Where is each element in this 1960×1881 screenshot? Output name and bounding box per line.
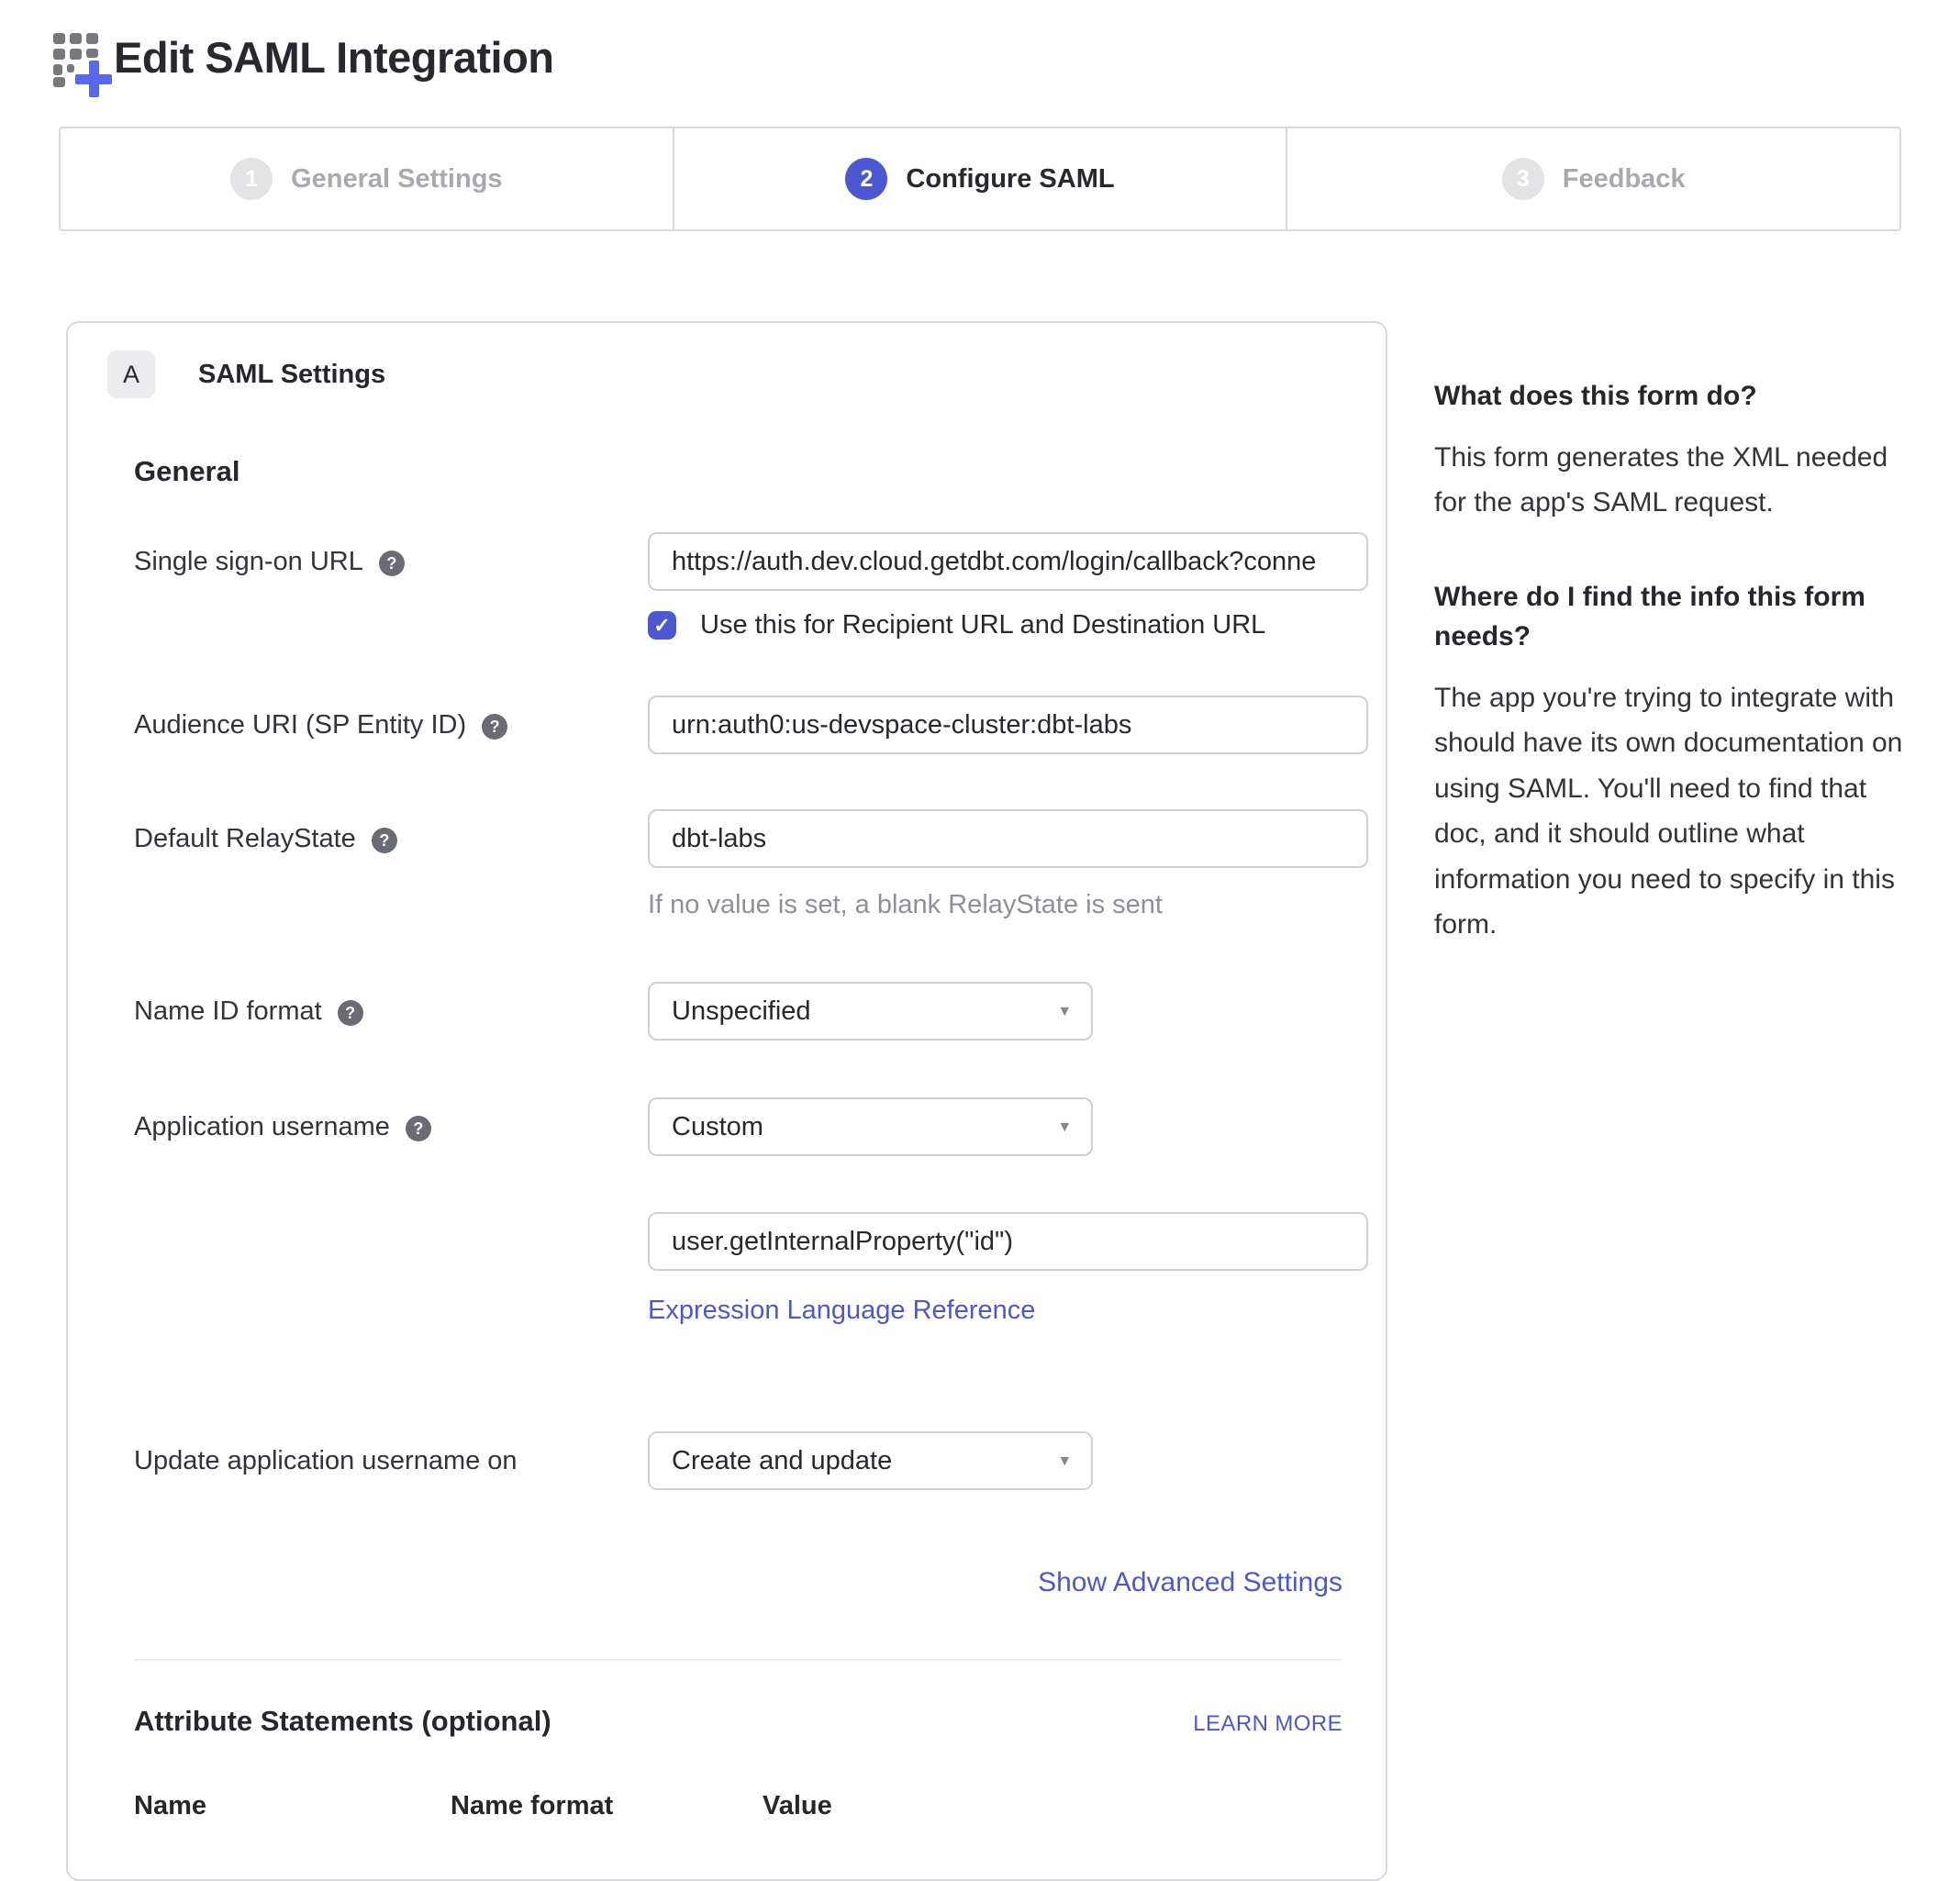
field-row-audience: Audience URI (SP Entity ID) ? [134, 696, 1342, 754]
step-number-badge: 1 [230, 158, 273, 200]
update-username-label: Update application username on [134, 1431, 648, 1490]
page-title: Edit SAML Integration [114, 28, 554, 88]
audience-uri-input[interactable] [648, 696, 1368, 754]
field-row-sso: Single sign-on URL ? ✓ Use this for Reci… [134, 532, 1342, 640]
sso-label: Single sign-on URL ? [134, 532, 648, 640]
learn-more-link[interactable]: LEARN MORE [1193, 1711, 1342, 1737]
wizard-steps: 1 General Settings 2 Configure SAML 3 Fe… [59, 127, 1901, 231]
help-icon[interactable]: ? [482, 714, 507, 740]
show-advanced-settings-link[interactable]: Show Advanced Settings [1038, 1567, 1342, 1597]
step-label: General Settings [291, 164, 502, 195]
section-a-badge: A [107, 351, 155, 398]
column-header-name-format: Name format [451, 1791, 763, 1821]
nameid-label: Name ID format ? [134, 982, 648, 1041]
relaystate-label: Default RelayState ? [134, 809, 648, 920]
help-icon[interactable]: ? [372, 828, 397, 853]
relaystate-helper-text: If no value is set, a blank RelayState i… [648, 890, 1368, 920]
expression-language-reference-link[interactable]: Expression Language Reference [648, 1296, 1035, 1326]
column-header-value: Value [763, 1791, 1342, 1821]
app-username-select[interactable]: Custom ▾ [648, 1097, 1093, 1156]
help-icon[interactable]: ? [406, 1116, 431, 1141]
use-for-recipient-label: Use this for Recipient URL and Destinati… [700, 610, 1265, 640]
dropdown-arrow-icon: ▾ [1060, 1001, 1069, 1022]
sidebar-answer-1: This form generates the XML needed for t… [1434, 435, 1911, 526]
sidebar-answer-2: The app you're trying to integrate with … [1434, 675, 1911, 948]
nameid-format-select[interactable]: Unspecified ▾ [648, 982, 1093, 1041]
dropdown-arrow-icon: ▾ [1060, 1451, 1069, 1472]
help-icon[interactable]: ? [379, 551, 405, 576]
use-for-recipient-checkbox[interactable]: ✓ [648, 611, 676, 640]
sidebar-question-1: What does this form do? [1434, 376, 1911, 417]
grid-plus-icon [53, 33, 114, 94]
field-row-relaystate: Default RelayState ? If no value is set,… [134, 809, 1342, 920]
sidebar-question-2: Where do I find the info this form needs… [1434, 577, 1911, 657]
saml-settings-panel: A SAML Settings General Single sign-on U… [66, 321, 1387, 1881]
page-header: Edit SAML Integration [0, 0, 1960, 94]
wizard-step-general-settings[interactable]: 1 General Settings [61, 128, 673, 229]
update-username-select[interactable]: Create and update ▾ [648, 1431, 1093, 1490]
app-username-label: Application username ? [134, 1097, 648, 1326]
general-section-heading: General [134, 455, 1342, 488]
wizard-step-configure-saml[interactable]: 2 Configure SAML [673, 128, 1286, 229]
section-divider [134, 1659, 1342, 1661]
custom-expression-input[interactable] [648, 1212, 1368, 1271]
help-sidebar: What does this form do? This form genera… [1434, 321, 1911, 999]
attribute-table-header: Name Name format Value [134, 1791, 1342, 1821]
field-row-nameid: Name ID format ? Unspecified ▾ [134, 982, 1342, 1041]
wizard-step-feedback[interactable]: 3 Feedback [1286, 128, 1899, 229]
audience-label: Audience URI (SP Entity ID) ? [134, 696, 648, 754]
panel-title: SAML Settings [198, 360, 385, 390]
help-icon[interactable]: ? [338, 1000, 363, 1026]
attribute-statements-heading: Attribute Statements (optional) [134, 1705, 551, 1738]
field-row-update-username: Update application username on Create an… [134, 1431, 1342, 1490]
step-number-badge: 2 [845, 158, 887, 200]
relaystate-input[interactable] [648, 809, 1368, 868]
step-label: Feedback [1563, 164, 1686, 195]
sso-url-input[interactable] [648, 532, 1368, 591]
column-header-name: Name [134, 1791, 451, 1821]
step-number-badge: 3 [1502, 158, 1544, 200]
step-label: Configure SAML [906, 164, 1114, 195]
field-row-app-username: Application username ? Custom ▾ Expressi… [134, 1097, 1342, 1326]
dropdown-arrow-icon: ▾ [1060, 1117, 1069, 1138]
